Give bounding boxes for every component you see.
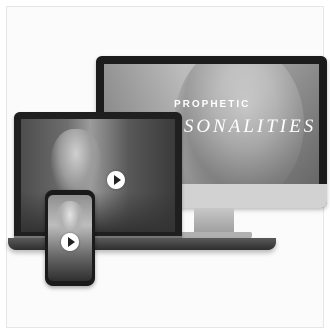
product-mockup: PROPHETIC PERSONALITIES xyxy=(0,0,330,333)
monitor-stand xyxy=(194,208,234,234)
play-icon[interactable] xyxy=(107,171,125,189)
phone-screen xyxy=(48,195,92,281)
smartphone xyxy=(45,190,95,286)
play-icon[interactable] xyxy=(61,233,79,251)
laptop-video-person xyxy=(51,129,101,199)
laptop xyxy=(14,112,182,238)
course-title-top: PROPHETIC xyxy=(174,99,251,110)
